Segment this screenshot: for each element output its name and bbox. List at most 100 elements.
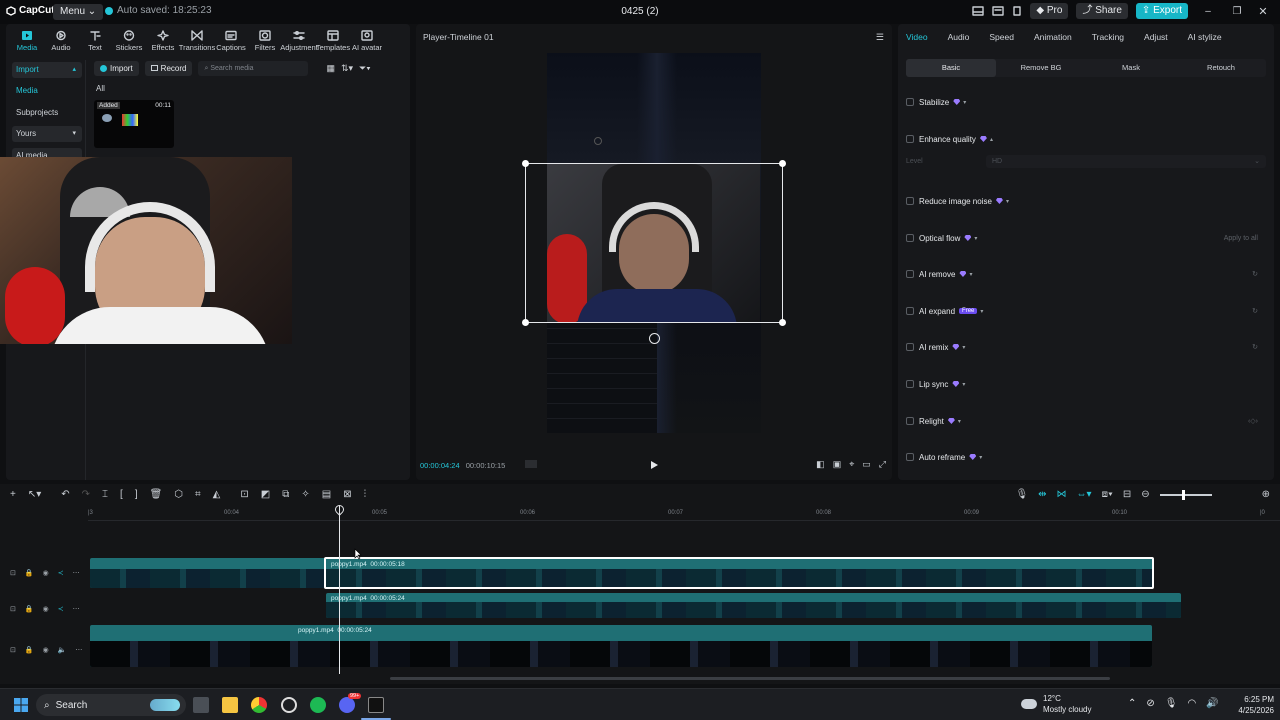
tab-tracking[interactable]: Tracking <box>1092 32 1124 42</box>
marker-icon[interactable]: ⬡ <box>174 489 183 500</box>
split-left-icon[interactable]: [ <box>120 489 123 500</box>
file-explorer-icon[interactable] <box>222 697 238 713</box>
tab-effects[interactable]: Effects <box>146 26 180 52</box>
cover-icon[interactable]: ⊡ <box>10 569 16 577</box>
tab-text[interactable]: Text <box>78 26 112 52</box>
export-button[interactable]: ⇪ Export <box>1135 3 1188 19</box>
ai-tool-icon[interactable]: ⊠ <box>343 489 351 500</box>
timeline-scrollbar[interactable] <box>390 677 1110 680</box>
captions-tool-icon[interactable]: ▤ <box>322 489 331 500</box>
eye-icon[interactable]: ◉ <box>43 569 49 577</box>
chevron-up-icon[interactable]: ⌃ <box>1128 698 1136 709</box>
level-select[interactable]: HD ⌄ <box>986 155 1266 168</box>
sidebar-item-yours[interactable]: Yours ▾ <box>12 126 82 142</box>
redo-icon[interactable]: ↷ <box>82 489 90 500</box>
timeline-clip-selected[interactable]: poppy1.mp4 00:00:05:18 <box>324 557 1154 589</box>
more-icon[interactable]: ⋯ <box>75 646 82 654</box>
share-button[interactable]: ⤴ Share <box>1076 3 1128 19</box>
tab-video[interactable]: Video <box>906 32 928 42</box>
checkbox[interactable] <box>906 135 914 143</box>
cover-icon[interactable]: ⊡ <box>10 646 16 654</box>
tab-captions[interactable]: Captions <box>214 26 248 52</box>
close-icon[interactable]: ✕ <box>1254 5 1272 18</box>
rotate-handle-icon[interactable] <box>649 333 660 344</box>
tab-stickers[interactable]: Stickers <box>112 26 146 52</box>
chevron-down-icon[interactable]: ▾ <box>962 381 965 388</box>
volume-icon[interactable]: 🔊 <box>1206 698 1218 709</box>
subtab-mask[interactable]: Mask <box>1086 59 1176 77</box>
option-reduce-noise[interactable]: Reduce image noise ▾ <box>906 194 1266 208</box>
magnet-icon[interactable]: ⋈ <box>1057 489 1067 500</box>
play-icon[interactable] <box>650 460 659 470</box>
weather-widget[interactable]: 12°C Mostly cloudy <box>1021 693 1091 715</box>
tab-transitions[interactable]: Transitions <box>179 26 215 52</box>
reverse-icon[interactable]: ◩ <box>261 489 270 500</box>
speed-ramp-icon[interactable]: ◭ <box>213 489 221 500</box>
timeline-main-clip[interactable]: poppy1.mp4 00:00:05:24 <box>90 625 1152 667</box>
zoom-out-icon[interactable]: ⊖ <box>1141 489 1149 500</box>
playhead[interactable] <box>339 506 340 674</box>
chevron-down-icon[interactable]: ▾ <box>958 418 961 425</box>
document-icon[interactable] <box>1012 6 1022 16</box>
snapshot-icon[interactable]: ⌖ <box>849 459 854 470</box>
chevron-down-icon[interactable]: ▾ <box>962 344 965 351</box>
undo-icon[interactable]: ↶ <box>61 489 69 500</box>
option-stabilize[interactable]: Stabilize ▾ <box>906 95 1266 109</box>
split-icon[interactable]: ⌶ <box>102 489 108 500</box>
freeze-icon[interactable]: ⊡ <box>240 489 248 500</box>
network-off-icon[interactable]: ⊘ <box>1146 698 1154 709</box>
microphone-tray-icon[interactable]: 🎙 <box>1165 698 1178 709</box>
resize-handle[interactable] <box>779 319 786 326</box>
tab-ai-stylize[interactable]: AI stylize <box>1188 32 1222 42</box>
subtab-basic[interactable]: Basic <box>906 59 996 77</box>
chevron-down-icon[interactable]: ▾ <box>980 308 983 315</box>
microphone-icon[interactable]: 🎙 <box>1015 489 1028 500</box>
select-tool-icon[interactable]: ↖▾ <box>28 489 41 500</box>
option-relight[interactable]: Relight ▾ ‹◇› <box>906 414 1266 428</box>
obs-icon[interactable] <box>281 697 297 713</box>
cover-icon[interactable]: ⊡ <box>10 605 16 613</box>
more-icon[interactable]: ⋯ <box>73 569 80 577</box>
pro-button[interactable]: ◆ Pro <box>1030 3 1069 19</box>
checkbox[interactable] <box>906 380 914 388</box>
delete-icon[interactable]: 🗑 <box>150 489 163 500</box>
capcut-taskbar-icon[interactable] <box>368 697 384 713</box>
tab-adjust[interactable]: Adjust <box>1144 32 1168 42</box>
option-ai-remix[interactable]: AI remix ▾ ↻ <box>906 340 1266 354</box>
taskbar-search[interactable]: ⌕ Search <box>36 694 186 716</box>
reset-icon[interactable]: ↻ <box>1252 307 1258 315</box>
add-track-icon[interactable]: + <box>10 489 16 500</box>
option-auto-reframe[interactable]: Auto reframe ▾ <box>906 450 1266 464</box>
reset-icon[interactable]: ↻ <box>1252 343 1258 351</box>
more-icon[interactable]: ⋯ <box>73 605 80 613</box>
minimize-icon[interactable]: – <box>1196 6 1220 17</box>
resize-handle[interactable] <box>522 160 529 167</box>
mirror-icon[interactable]: ⧉ <box>282 489 289 500</box>
audio-split-icon[interactable]: ⫶ <box>364 489 367 500</box>
quality-icon[interactable]: ▣ <box>833 459 842 470</box>
sort-icon[interactable]: ⇅▾ <box>341 63 353 74</box>
audio-link-icon[interactable]: ≺ <box>58 569 64 577</box>
timecode-format-icon[interactable] <box>525 460 537 468</box>
keyframe-icon[interactable]: ‹◇› <box>1248 417 1258 425</box>
layout-icon[interactable] <box>972 6 985 16</box>
link-icon[interactable]: ⇹ <box>1038 489 1046 500</box>
tab-adjustment[interactable]: Adjustment <box>280 26 318 52</box>
tab-filters[interactable]: Filters <box>248 26 282 52</box>
tab-speed[interactable]: Speed <box>989 32 1014 42</box>
sidebar-item-subprojects[interactable]: Subprojects <box>12 105 82 121</box>
option-optical-flow[interactable]: Optical flow ▾ Apply to all <box>906 231 1266 245</box>
wifi-icon[interactable]: ◠ <box>1187 698 1196 709</box>
chrome-icon[interactable] <box>251 697 267 713</box>
fullscreen-icon[interactable]: ⤢ <box>879 459 886 470</box>
filter-all[interactable]: All <box>96 84 105 93</box>
checkbox[interactable] <box>906 98 914 106</box>
timeline-clip[interactable]: poppy1.mp4 00:00:05:24 <box>326 593 1181 618</box>
tab-templates[interactable]: Templates <box>316 26 350 52</box>
checkbox[interactable] <box>906 234 914 242</box>
player-menu-icon[interactable]: ☰ <box>876 32 884 43</box>
apply-to-all-button[interactable]: Apply to all <box>1224 235 1258 242</box>
record-button[interactable]: Record <box>144 60 193 76</box>
reset-icon[interactable]: ↻ <box>1252 270 1258 278</box>
audio-link-icon[interactable]: ≺ <box>58 605 64 613</box>
